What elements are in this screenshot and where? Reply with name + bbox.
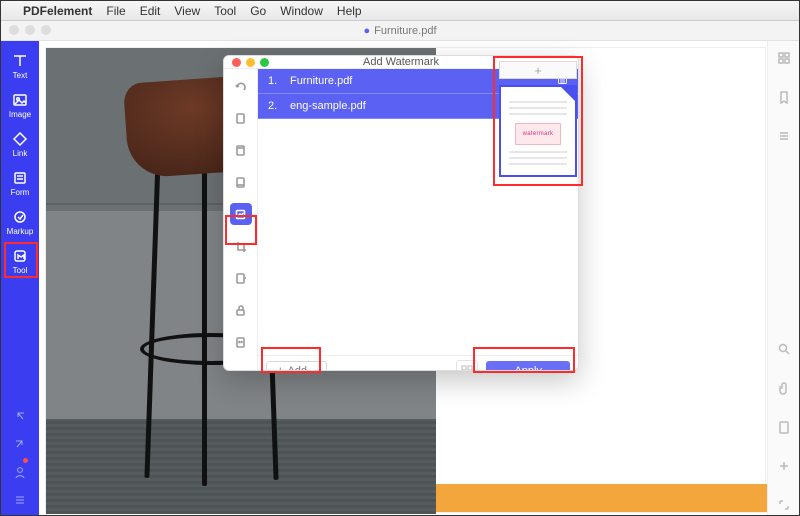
- tutorial-highlight-preview: [493, 56, 583, 186]
- text-icon: [12, 53, 28, 69]
- sidebar-item-label: Text: [13, 71, 28, 80]
- right-sidebar: [767, 41, 799, 515]
- menu-go[interactable]: Go: [250, 4, 266, 18]
- menu-edit[interactable]: Edit: [140, 4, 161, 18]
- grid-icon: [461, 365, 473, 372]
- tool-page-header[interactable]: [230, 139, 252, 161]
- sidebar-settings[interactable]: [13, 487, 27, 515]
- redo-icon: [13, 437, 27, 451]
- list-icon: [777, 129, 791, 143]
- tool-protect[interactable]: [230, 299, 252, 321]
- sidebar-item-text[interactable]: Text: [4, 47, 36, 86]
- menu-file[interactable]: File: [106, 4, 125, 18]
- sidebar-account[interactable]: [13, 459, 27, 487]
- page-footer-icon: [234, 176, 247, 189]
- markup-icon: [12, 209, 28, 225]
- sidebar-item-markup[interactable]: Markup: [4, 203, 36, 242]
- page-footer-strip: [436, 484, 767, 512]
- window-controls[interactable]: [9, 25, 51, 35]
- window-max-icon[interactable]: [41, 25, 51, 35]
- window-titlebar: ● Furniture.pdf: [1, 21, 799, 41]
- search-icon: [777, 342, 791, 356]
- image-icon: [12, 92, 28, 108]
- tool-delete[interactable]: [230, 363, 252, 371]
- file-index: 2.: [268, 100, 282, 112]
- bookmark-icon: [777, 90, 791, 104]
- rotate-icon: [234, 80, 247, 93]
- window-min-icon[interactable]: [25, 25, 35, 35]
- user-icon: [13, 465, 27, 479]
- menu-tool[interactable]: Tool: [214, 4, 236, 18]
- plus-icon: [777, 459, 791, 473]
- menu-window[interactable]: Window: [280, 4, 323, 18]
- sidebar-undo[interactable]: [13, 403, 27, 431]
- right-expand[interactable]: [777, 498, 791, 515]
- expand-icon: [777, 498, 791, 512]
- trash-icon: [234, 368, 247, 372]
- tutorial-highlight-add: [261, 347, 321, 373]
- extract-icon: [234, 272, 247, 285]
- app-name[interactable]: PDFelement: [23, 4, 92, 18]
- left-sidebar: Text Image Link Form Markup Tool: [1, 41, 39, 515]
- page-header-icon: [234, 144, 247, 157]
- sidebar-item-label: Form: [11, 188, 30, 197]
- tool-page-footer[interactable]: [230, 171, 252, 193]
- menu-view[interactable]: View: [174, 4, 200, 18]
- page-plus-icon: [234, 112, 247, 125]
- sidebar-item-form[interactable]: Form: [4, 164, 36, 203]
- right-attach[interactable]: [777, 381, 791, 398]
- undo-icon: [13, 409, 27, 423]
- compress-icon: [234, 336, 247, 349]
- attachment-icon: [777, 381, 791, 395]
- sidebar-item-link[interactable]: Link: [4, 125, 36, 164]
- menu-dots-icon: [13, 493, 27, 507]
- link-icon: [12, 131, 28, 147]
- page-icon: [777, 420, 791, 434]
- form-icon: [12, 170, 28, 186]
- right-page[interactable]: [777, 420, 791, 437]
- sidebar-item-label: Image: [9, 110, 31, 119]
- mac-menubar[interactable]: PDFelement File Edit View Tool Go Window…: [1, 1, 799, 21]
- file-index: 1.: [268, 75, 282, 87]
- tool-extract[interactable]: [230, 267, 252, 289]
- menu-help[interactable]: Help: [337, 4, 362, 18]
- right-thumbnails[interactable]: [777, 51, 791, 68]
- tool-compress[interactable]: [230, 331, 252, 353]
- right-add[interactable]: [777, 459, 791, 476]
- right-bookmark[interactable]: [777, 90, 791, 107]
- sidebar-item-label: Link: [13, 149, 28, 158]
- sidebar-redo[interactable]: [13, 431, 27, 459]
- right-outline[interactable]: [777, 129, 791, 146]
- tutorial-highlight-watermark-tool: [225, 215, 257, 245]
- window-close-icon[interactable]: [9, 25, 19, 35]
- doc-dot-icon: ●: [363, 25, 370, 37]
- thumbnails-icon: [777, 51, 791, 65]
- document-title: Furniture.pdf: [374, 25, 436, 37]
- sidebar-item-image[interactable]: Image: [4, 86, 36, 125]
- tutorial-highlight-apply: [473, 347, 575, 373]
- right-search[interactable]: [777, 342, 791, 359]
- sidebar-item-label: Markup: [7, 227, 34, 236]
- lock-icon: [234, 304, 247, 317]
- dialog-title: Add Watermark: [363, 56, 439, 68]
- dialog-min-icon[interactable]: [246, 58, 255, 67]
- tool-rotate[interactable]: [230, 75, 252, 97]
- dialog-close-icon[interactable]: [232, 58, 241, 67]
- dialog-max-icon[interactable]: [260, 58, 269, 67]
- tool-page-insert[interactable]: [230, 107, 252, 129]
- tutorial-highlight-tool: [4, 242, 38, 278]
